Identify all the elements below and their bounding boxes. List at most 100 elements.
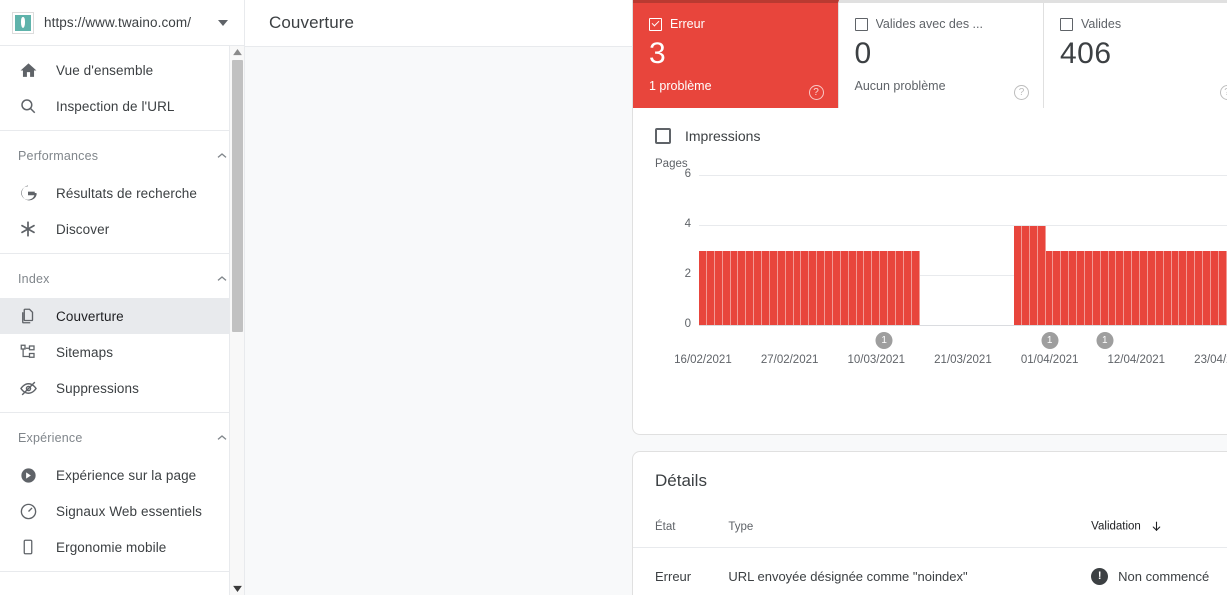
chevron-up-icon[interactable] [214, 430, 230, 446]
sidebar-item-label: Suppressions [56, 380, 139, 396]
chart-bar[interactable] [706, 251, 715, 326]
sidebar-item-couverture[interactable]: Couverture [0, 298, 244, 334]
chart-bar[interactable] [1210, 251, 1219, 326]
chart-bar[interactable] [1163, 251, 1172, 326]
chart-bar[interactable] [1053, 251, 1062, 326]
chart-bar[interactable] [699, 251, 707, 326]
scroll-down-arrow-icon[interactable] [230, 582, 245, 595]
chart-bar[interactable] [848, 251, 857, 326]
chart-bar[interactable] [1179, 251, 1188, 326]
sidebar-item-discover[interactable]: Discover [0, 211, 244, 247]
status-card-erreur[interactable]: Erreur 3 1 problème ? [633, 0, 839, 108]
chart-bar[interactable] [714, 251, 723, 326]
chart-bar[interactable] [1147, 251, 1156, 326]
chevron-up-icon[interactable] [214, 271, 230, 287]
chart-bar[interactable] [1045, 251, 1054, 326]
chart-bar[interactable] [1037, 226, 1046, 326]
sidebar-item-suppressions[interactable]: Suppressions [0, 370, 244, 406]
table-row[interactable]: Erreur URL envoyée désignée comme "noind… [633, 548, 1227, 595]
scrollbar-thumb[interactable] [232, 60, 243, 332]
site-selector[interactable]: https://www.twaino.com/ [0, 0, 244, 46]
chart-annotation-marker[interactable]: 1 [875, 332, 893, 349]
chart-bar[interactable] [903, 251, 912, 326]
chart-bar[interactable] [754, 251, 762, 326]
chart-bar[interactable] [1195, 251, 1203, 326]
chevron-up-icon[interactable] [214, 148, 230, 164]
chart-bar[interactable] [1077, 251, 1085, 326]
chart-bar[interactable] [762, 251, 770, 326]
speedometer-icon [18, 501, 38, 521]
chart-bar[interactable] [1021, 226, 1030, 326]
chart-bar[interactable] [856, 251, 865, 326]
chart-bar[interactable] [832, 251, 841, 326]
nav-group-experience: Expérience Expérience sur la page Signau… [0, 413, 244, 572]
chart-bar[interactable] [722, 251, 731, 326]
chart-bar[interactable] [895, 251, 904, 326]
chart-bar[interactable] [793, 251, 802, 326]
sidebar-item-mobile-usability[interactable]: Ergonomie mobile [0, 529, 244, 565]
chart-bar[interactable] [880, 251, 888, 326]
chart-bar[interactable] [872, 251, 881, 326]
column-header-etat[interactable]: État [633, 510, 729, 548]
chart-bar[interactable] [1061, 251, 1070, 326]
status-card-valides[interactable]: Valides 406 ? [1044, 0, 1227, 108]
chart-bar[interactable] [1124, 251, 1133, 326]
group-header-index[interactable]: Index [0, 260, 244, 298]
chart-bar[interactable] [1203, 251, 1211, 326]
sidebar-item-url-inspection[interactable]: Inspection de l'URL [0, 88, 244, 124]
column-header-type[interactable]: Type [728, 510, 1092, 548]
chart-bar[interactable] [809, 251, 818, 326]
chart-bar[interactable] [1187, 251, 1196, 326]
x-tick-label: 16/02/2021 [674, 354, 732, 366]
impressions-toggle[interactable]: Impressions [633, 108, 1227, 144]
help-icon[interactable]: ? [808, 85, 824, 100]
chart-bar[interactable] [769, 251, 778, 326]
status-card-valides-avec-avertissements[interactable]: Valides avec des ... 0 Aucun problème ? [838, 0, 1044, 108]
chart-bar[interactable] [817, 251, 825, 326]
column-header-validation[interactable]: Validation [1091, 510, 1227, 548]
chart-bar[interactable] [888, 251, 896, 326]
help-icon[interactable]: ? [1014, 85, 1029, 100]
chart-annotation-marker[interactable]: 1 [1041, 332, 1059, 349]
chart-bar[interactable] [785, 251, 794, 326]
sidebar-item-core-web-vitals[interactable]: Signaux Web essentiels [0, 493, 244, 529]
sidebar-item-label: Discover [56, 221, 110, 237]
status-card-value: 0 [854, 37, 872, 70]
chart-bar[interactable] [1132, 251, 1140, 326]
sidebar-scrollbar[interactable] [229, 46, 244, 595]
sidebar-item-overview[interactable]: Vue d'ensemble [0, 52, 244, 88]
chart-bar[interactable] [1084, 251, 1093, 326]
chart-bar[interactable] [1171, 251, 1180, 326]
sidebar-item-search-results[interactable]: Résultats de recherche [0, 175, 244, 211]
chart-bar[interactable] [730, 251, 739, 326]
chart-bar[interactable] [864, 251, 873, 326]
chart-bar[interactable] [1108, 251, 1117, 326]
chart-bar[interactable] [777, 251, 786, 326]
sidebar-item-page-experience[interactable]: Expérience sur la page [0, 457, 244, 493]
chart-bar[interactable] [825, 251, 833, 326]
chart-bar[interactable] [1014, 226, 1022, 326]
nav-group-main: Vue d'ensemble Inspection de l'URL [0, 46, 244, 131]
chart-annotation-marker[interactable]: 1 [1096, 332, 1114, 349]
chart-bar[interactable] [738, 251, 747, 326]
chart-bar[interactable] [1116, 251, 1125, 326]
checkbox-impressions[interactable] [655, 128, 671, 144]
help-icon[interactable]: ? [1219, 85, 1227, 100]
chart-bar[interactable] [1069, 251, 1077, 326]
chart-bar[interactable] [1092, 251, 1101, 326]
chart-bar[interactable] [1218, 251, 1227, 326]
chart-bar[interactable] [911, 251, 920, 326]
sidebar-item-sitemaps[interactable]: Sitemaps [0, 334, 244, 370]
chart-bar[interactable] [1029, 226, 1038, 326]
chart-bar[interactable] [746, 251, 755, 326]
chevron-down-icon[interactable] [218, 19, 228, 26]
scroll-up-arrow-icon[interactable] [230, 46, 245, 59]
chart-bar[interactable] [801, 251, 810, 326]
chart-bar[interactable] [1100, 251, 1109, 326]
chart-bar[interactable] [1140, 251, 1148, 326]
twaino-favicon [12, 11, 34, 34]
group-header-performances[interactable]: Performances [0, 137, 244, 175]
chart-bar[interactable] [840, 251, 849, 326]
group-header-experience[interactable]: Expérience [0, 419, 244, 457]
chart-bar[interactable] [1155, 251, 1164, 326]
